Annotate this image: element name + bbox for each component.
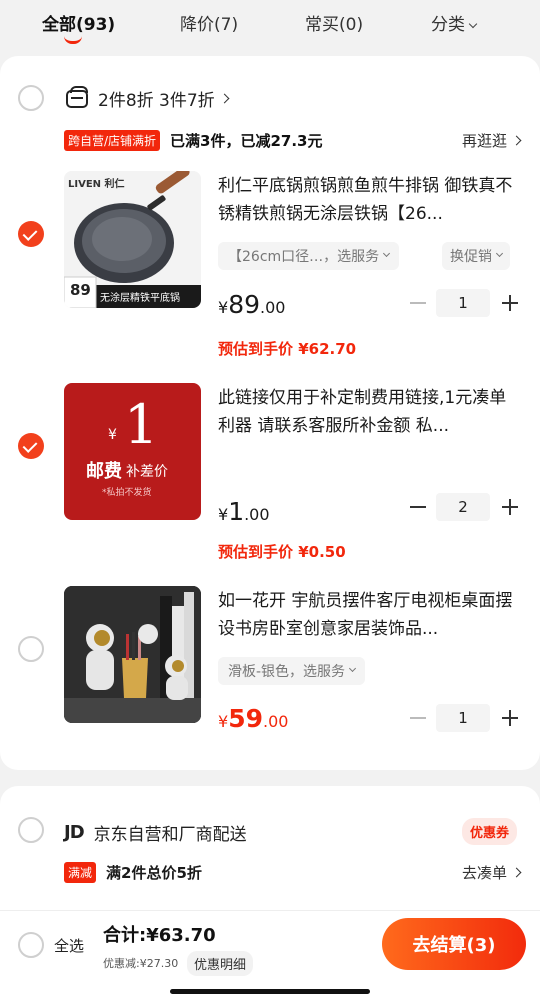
spec-label: 滑板-银色，选服务 — [228, 664, 346, 680]
spec-selector[interactable]: 【26cm口径…，选服务 — [218, 242, 400, 270]
product-image[interactable] — [64, 586, 201, 723]
browse-more-link[interactable]: 再逛逛 — [461, 130, 522, 151]
chevron-right-icon — [511, 135, 522, 146]
home-indicator — [170, 989, 370, 994]
thumb-currency: ¥ — [108, 427, 117, 443]
promo-text: 满2件总价5折 — [106, 864, 202, 882]
tab-price-drop[interactable]: 降价(7) — [180, 10, 238, 35]
quantity-input[interactable]: 1 — [436, 704, 490, 732]
decrease-button[interactable] — [410, 302, 426, 304]
store-select-checkbox[interactable] — [18, 817, 44, 843]
product-title[interactable]: 利仁平底锅煎锅煎鱼煎牛排锅 御铁真不锈精铁煎锅无涂层铁锅【26... — [218, 172, 518, 228]
change-promo-button[interactable]: 换促销 — [442, 242, 510, 270]
promo-row: 跨自营/店铺满折 已满3件，已减27.3元 再逛逛 — [64, 130, 522, 151]
tab-category-label: 分类 — [431, 15, 465, 35]
thumb-note: *私拍不发货 — [102, 488, 152, 498]
quantity-stepper: 2 — [406, 493, 520, 521]
price-integer: 1 — [228, 497, 245, 526]
product-image[interactable]: LIVEN 利仁 89 无涂层精铁平底锅 — [64, 171, 201, 308]
store-select-checkbox[interactable] — [18, 85, 44, 111]
tab-active-indicator — [64, 36, 82, 44]
browse-more-label: 再逛逛 — [461, 132, 507, 150]
thumb-amount: 1 — [124, 393, 159, 456]
product-image[interactable]: ¥ 1 邮费 补差价 *私拍不发货 — [64, 383, 201, 520]
decrease-button[interactable] — [410, 506, 426, 508]
jd-logo: JD — [64, 822, 85, 843]
chevron-down-icon — [383, 249, 391, 257]
quantity-stepper: 1 — [406, 289, 520, 317]
chevron-right-icon — [219, 93, 230, 104]
product-title[interactable]: 如一花开 宇航员摆件客厅电视柜桌面摆设书房卧室创意家居装饰品... — [218, 587, 518, 643]
thumb-price: 89 — [70, 281, 91, 299]
add-on-link[interactable]: 去凑单 — [461, 862, 522, 883]
decrease-button[interactable] — [410, 717, 426, 719]
discount-detail-button[interactable]: 优惠明细 — [187, 951, 254, 976]
total-price: 合计:¥63.70 — [103, 925, 216, 946]
change-promo-label: 换促销 — [450, 249, 492, 265]
store-title: 2件8折 3件7折 — [98, 91, 215, 111]
thumb-label-sub: 补差价 — [126, 464, 168, 480]
chevron-down-icon — [468, 19, 478, 29]
item-checkbox[interactable] — [18, 636, 44, 662]
chevron-down-icon — [495, 249, 504, 257]
increase-button[interactable] — [502, 710, 518, 726]
tab-category[interactable]: 分类 — [431, 10, 478, 35]
product-price: ¥59.00 — [218, 704, 288, 733]
quantity-input[interactable]: 2 — [436, 493, 490, 521]
tab-all[interactable]: 全部(93) — [42, 10, 115, 35]
quantity-stepper: 1 — [406, 704, 520, 732]
category-tabs: 全部(93) 降价(7) 常买(0) 分类 — [0, 0, 540, 54]
estimated-price: 预估到手价 ¥62.70 — [218, 340, 357, 358]
thumb-caption: 无涂层精铁平底锅 — [100, 293, 180, 304]
spec-label: 【26cm口径…，选服务 — [228, 249, 380, 265]
store-card: 2件8折 3件7折 跨自营/店铺满折 已满3件，已减27.3元 再逛逛 LIVE… — [0, 56, 540, 770]
price-symbol: ¥ — [218, 298, 229, 317]
promo-text: 已满3件，已减27.3元 — [170, 132, 323, 150]
chevron-right-icon — [511, 867, 522, 878]
price-symbol: ¥ — [218, 712, 229, 731]
tab-frequent[interactable]: 常买(0) — [305, 10, 363, 35]
price-integer: 89 — [228, 290, 260, 319]
promo-row: 满减 满2件总价5折 去凑单 — [64, 862, 522, 883]
chevron-down-icon — [349, 664, 357, 672]
astronaut-image — [64, 586, 201, 723]
increase-button[interactable] — [502, 295, 518, 311]
store-header[interactable]: 2件8折 3件7折 — [66, 85, 230, 111]
select-all-checkbox[interactable] — [18, 932, 44, 958]
spec-selector[interactable]: 滑板-银色，选服务 — [218, 657, 366, 685]
price-integer: 59 — [228, 704, 263, 733]
price-symbol: ¥ — [218, 505, 229, 524]
product-price: ¥89.00 — [218, 290, 285, 319]
thumb-brand: LIVEN 利仁 — [68, 179, 125, 190]
item-checkbox[interactable] — [18, 221, 44, 247]
select-all-label[interactable]: 全选 — [54, 935, 84, 956]
quantity-input[interactable]: 1 — [436, 289, 490, 317]
estimated-price: 预估到手价 ¥0.50 — [218, 543, 346, 561]
store-title: 京东自营和厂商配送 — [93, 825, 247, 845]
price-decimal: .00 — [260, 298, 286, 317]
price-decimal: .00 — [244, 505, 270, 524]
item-checkbox[interactable] — [18, 433, 44, 459]
product-price: ¥1.00 — [218, 497, 270, 526]
store-header[interactable]: JD 京东自营和厂商配送 — [64, 820, 247, 845]
discount-amount: 优惠减:¥27.30 — [103, 957, 179, 970]
checkout-bar: 全选 合计:¥63.70 优惠减:¥27.30 优惠明细 去结算(3) — [0, 910, 540, 1000]
increase-button[interactable] — [502, 499, 518, 515]
add-on-label: 去凑单 — [461, 864, 507, 882]
promo-badge: 满减 — [64, 862, 97, 883]
product-title[interactable]: 此链接仅用于补定制费用链接,1元凑单利器 请联系客服所补金额 私... — [218, 384, 518, 440]
checkout-button[interactable]: 去结算(3) — [382, 918, 526, 970]
store-bag-icon — [66, 85, 88, 108]
coupon-button[interactable]: 优惠券 — [462, 818, 518, 845]
thumb-label-main: 邮费 — [86, 461, 122, 482]
promo-badge: 跨自营/店铺满折 — [64, 130, 161, 151]
price-decimal: .00 — [262, 712, 289, 731]
